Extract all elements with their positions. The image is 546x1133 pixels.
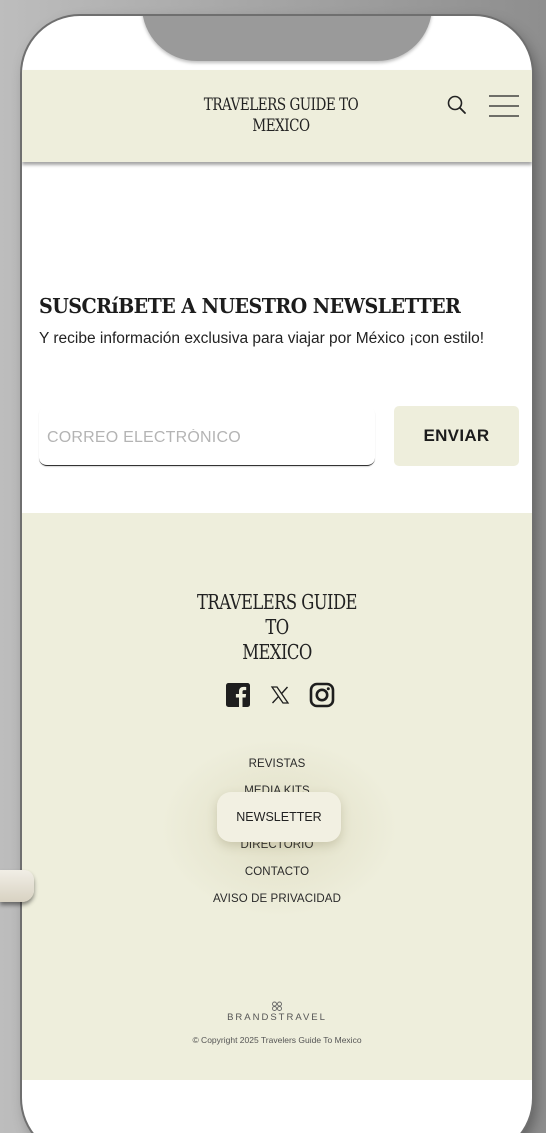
brand-line-2: MEXICO <box>252 116 310 135</box>
phone-frame: TRAVELERS GUIDE TO MEXICO SUSCRíBETE A N… <box>22 16 532 1133</box>
brand-line-1: TRAVELERS GUIDE TO <box>203 95 359 114</box>
site-header: TRAVELERS GUIDE TO MEXICO <box>22 70 532 162</box>
site-footer: TRAVELERS GUIDE TO MEXICO REVISTAS MEDIA <box>22 513 532 1080</box>
newsletter-highlight-pill[interactable]: NEWSLETTER <box>217 792 341 842</box>
social-links <box>225 682 335 708</box>
footer-nav-revistas[interactable]: REVISTAS <box>22 751 532 778</box>
copyright-text: © Copyright 2025 Travelers Guide To Mexi… <box>192 1035 362 1045</box>
search-icon[interactable] <box>446 94 468 116</box>
site-logo[interactable]: TRAVELERS GUIDE TO MEXICO <box>195 94 367 136</box>
newsletter-title: SUSCRíBETE A NUESTRO NEWSLETTER <box>39 294 461 318</box>
hamburger-menu-icon[interactable] <box>488 94 520 118</box>
brandstravel-logo-text: BRANDSTRAVEL <box>227 1012 327 1023</box>
footer-nav-aviso-de-privacidad[interactable]: AVISO DE PRIVACIDAD <box>22 886 532 913</box>
brandstravel-logo-mark <box>272 1001 282 1011</box>
brandstravel-logo[interactable]: BRANDSTRAVEL <box>227 1001 327 1023</box>
phone-notch <box>142 16 432 61</box>
instagram-icon[interactable] <box>309 682 335 708</box>
facebook-icon[interactable] <box>225 682 251 708</box>
footer-nav-contacto[interactable]: CONTACTO <box>22 859 532 886</box>
footer-brand-line-1: TRAVELERS GUIDE TO <box>197 590 357 639</box>
x-icon[interactable] <box>267 682 293 708</box>
footer-brand-line-2: MEXICO <box>242 640 312 664</box>
footer-logo[interactable]: TRAVELERS GUIDE TO MEXICO <box>189 590 365 665</box>
phone-side-button <box>0 870 34 902</box>
newsletter-subtitle: Y recibe información exclusiva para viaj… <box>39 330 485 347</box>
email-input[interactable] <box>39 406 375 466</box>
send-button[interactable]: ENVIAR <box>394 406 519 466</box>
